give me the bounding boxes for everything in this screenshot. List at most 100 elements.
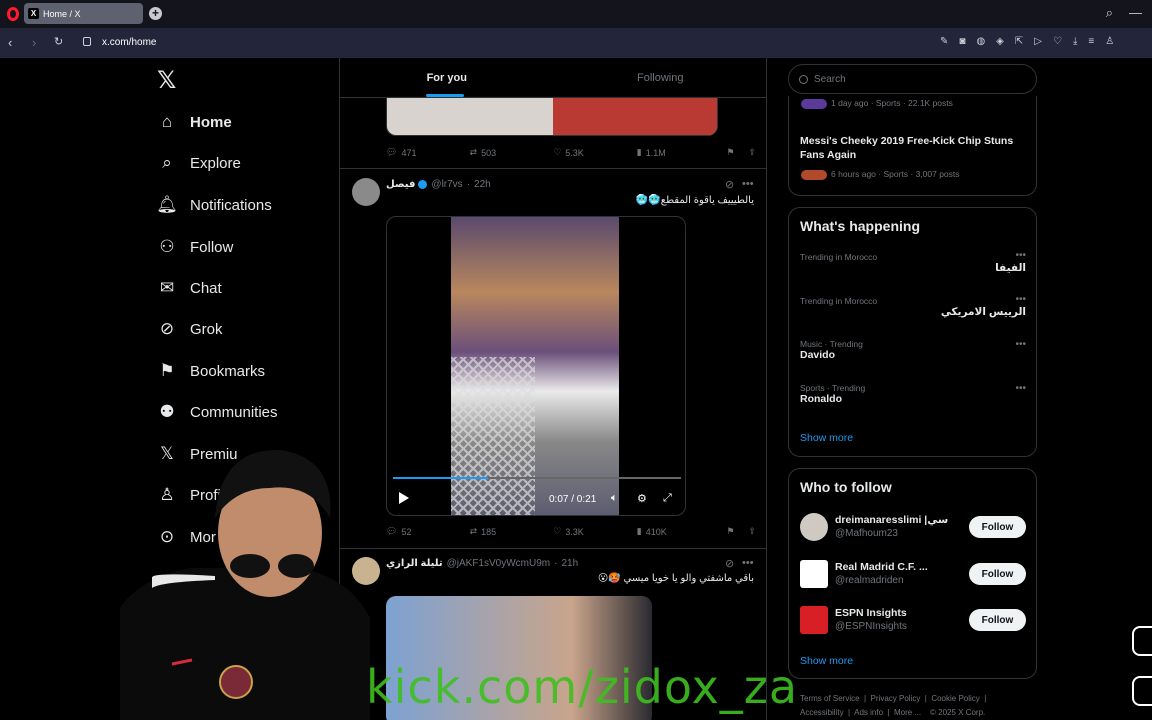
more-icon[interactable]: ••• xyxy=(1015,383,1026,394)
download-icon[interactable]: ⤓ xyxy=(1073,36,1077,47)
shield-icon[interactable]: ◍ xyxy=(976,36,985,47)
reply-button[interactable]: 💬︎ 471 xyxy=(386,147,470,158)
account-name[interactable]: ESPN Insights xyxy=(835,607,907,619)
grok-icon[interactable]: ⊘ xyxy=(725,178,734,191)
account-handle[interactable]: @realmadriden xyxy=(835,575,904,586)
heart-icon[interactable]: ♡ xyxy=(1053,36,1062,47)
post-time[interactable]: 21h xyxy=(561,558,578,569)
sidebar-item-label: Notifications xyxy=(190,196,272,214)
account-handle[interactable]: @Mafhoum23 xyxy=(835,528,898,539)
edit-icon[interactable]: ✎ xyxy=(940,36,948,47)
search-icon: ⌕ xyxy=(162,153,172,172)
trend-name: Davido xyxy=(800,349,836,361)
repost-button[interactable]: ⇄ 503 xyxy=(470,147,554,158)
account-name[interactable]: Real Madrid C.F. ... xyxy=(835,561,928,573)
post-media[interactable] xyxy=(386,96,718,136)
author-handle[interactable]: @lr7vs xyxy=(431,179,462,190)
sidebar-item-chat[interactable]: ✉ Chat xyxy=(157,276,222,300)
footer-link[interactable]: Accessibility xyxy=(800,708,844,717)
tab-for-you[interactable]: For you xyxy=(340,58,554,97)
like-button[interactable]: ♡ 3.3K xyxy=(553,526,637,537)
follow-button[interactable]: Follow xyxy=(969,516,1026,538)
author-name[interactable]: فيصل xyxy=(386,179,415,190)
views-button[interactable]: ▮ 410K xyxy=(637,526,727,537)
forward-icon[interactable]: › xyxy=(32,35,36,50)
reply-button[interactable]: 💬︎ 52 xyxy=(386,526,470,537)
account-handle[interactable]: @ESPNInsights xyxy=(835,621,907,632)
search-input[interactable]: Search xyxy=(788,64,1037,94)
video-progress[interactable] xyxy=(393,477,681,479)
sidebar-item-notifications[interactable]: 🔔︎ Notifications xyxy=(156,193,272,217)
profile-icon[interactable]: ♙ xyxy=(1105,36,1114,47)
trend-item[interactable]: Music · Trending Davido ••• xyxy=(800,339,1026,361)
vpn-icon[interactable]: ◈ xyxy=(996,36,1004,47)
sidebar-item-explore[interactable]: ⌕ Explore xyxy=(157,151,241,175)
footer-link[interactable]: Privacy Policy xyxy=(871,694,921,703)
grok-chat-button[interactable] xyxy=(1132,626,1152,656)
more-icon[interactable]: ••• xyxy=(1015,250,1026,261)
more-icon[interactable]: ••• xyxy=(1015,339,1026,350)
bookmark-icon[interactable]: ⚑ xyxy=(726,526,734,537)
share-icon[interactable]: ⇪ xyxy=(748,526,756,537)
camera-icon[interactable]: ◙ xyxy=(959,36,965,47)
avatar[interactable] xyxy=(800,560,828,588)
tab-following[interactable]: Following xyxy=(554,58,767,97)
sidebar-item-grok[interactable]: ⊘ Grok xyxy=(157,317,223,341)
video-player[interactable]: 0:07 / 0:21 🔈︎ ⚙ ⤢ xyxy=(386,216,686,516)
footer-link[interactable]: More ... xyxy=(894,708,921,717)
post-time[interactable]: 22h xyxy=(474,179,491,190)
news-headline[interactable]: Messi's Cheeky 2019 Free-Kick Chip Stuns… xyxy=(800,134,1030,162)
sidebar-item-home[interactable]: ⌂ Home xyxy=(157,110,232,134)
trend-item[interactable]: Sports · Trending Ronaldo ••• xyxy=(800,383,1026,405)
author-name[interactable]: تليلة الرازي xyxy=(386,558,443,569)
show-more-link[interactable]: Show more xyxy=(800,655,853,667)
trend-item[interactable]: Trending in Morocco الرييس الامريكي ••• xyxy=(800,294,1026,318)
avatar[interactable] xyxy=(352,178,380,206)
url-field[interactable]: x.com/home xyxy=(102,37,156,48)
settings-icon[interactable]: ⚙ xyxy=(637,492,647,505)
more-icon[interactable]: ••• xyxy=(742,178,754,190)
bell-icon: 🔔︎ xyxy=(156,195,178,214)
views-button[interactable]: ▮ 1.1M xyxy=(637,147,727,158)
show-more-link[interactable]: Show more xyxy=(800,432,853,444)
account-name[interactable]: dreimanaresslimi |سي xyxy=(835,514,948,526)
footer-link[interactable]: Ads info xyxy=(854,708,883,717)
search-icon xyxy=(799,74,808,84)
sidebar-item-bookmarks[interactable]: ⚑ Bookmarks xyxy=(157,359,265,383)
more-icon[interactable]: ••• xyxy=(1015,294,1026,305)
repost-button[interactable]: ⇄ 185 xyxy=(470,526,554,537)
new-tab-button[interactable]: + xyxy=(149,7,162,20)
who-to-follow-card: Who to follow dreimanaresslimi |سي @Mafho… xyxy=(788,468,1037,679)
sidebar-item-follow[interactable]: ⚇ Follow xyxy=(157,235,233,259)
trend-item[interactable]: Trending in Morocco الفيفا ••• xyxy=(800,250,1026,274)
sidebar-item-label: Explore xyxy=(190,154,241,172)
play-icon[interactable]: ▷ xyxy=(1034,36,1042,47)
avatar[interactable] xyxy=(800,606,828,634)
trend-name: Ronaldo xyxy=(800,393,842,405)
follow-button[interactable]: Follow xyxy=(969,609,1026,631)
browser-tab-home[interactable]: X Home / X xyxy=(24,3,143,24)
sidebar-item-communities[interactable]: ⚉ Communities xyxy=(157,400,277,424)
messages-button[interactable] xyxy=(1132,676,1152,706)
fullscreen-icon[interactable]: ⤢ xyxy=(663,492,672,505)
back-icon[interactable]: ‹ xyxy=(8,35,12,50)
like-button[interactable]: ♡ 5.3K xyxy=(553,147,637,158)
share-icon[interactable]: ⇪ xyxy=(748,147,756,158)
opera-logo-icon[interactable] xyxy=(7,7,19,21)
share-icon[interactable]: ⇱ xyxy=(1015,36,1023,47)
follow-button[interactable]: Follow xyxy=(969,563,1026,585)
x-logo-icon[interactable]: 𝕏 xyxy=(157,66,176,95)
bookmark-icon[interactable]: ⚑ xyxy=(726,147,734,158)
author-handle[interactable]: @jAKF1sV0yWcmU9m xyxy=(447,558,551,569)
play-icon[interactable] xyxy=(399,492,409,504)
grok-icon[interactable]: ⊘ xyxy=(725,557,734,570)
footer-link[interactable]: Cookie Policy xyxy=(931,694,979,703)
search-tabs-icon[interactable]: ⌕ xyxy=(1106,5,1113,21)
avatar[interactable] xyxy=(800,513,828,541)
menu-icon[interactable]: ≡ xyxy=(1088,36,1094,47)
more-icon[interactable]: ••• xyxy=(742,557,754,569)
reload-icon[interactable]: ↻ xyxy=(54,35,63,48)
minimize-icon[interactable]: — xyxy=(1129,5,1142,21)
volume-icon[interactable]: 🔈︎ xyxy=(611,492,618,505)
footer-link[interactable]: Terms of Service xyxy=(800,694,860,703)
